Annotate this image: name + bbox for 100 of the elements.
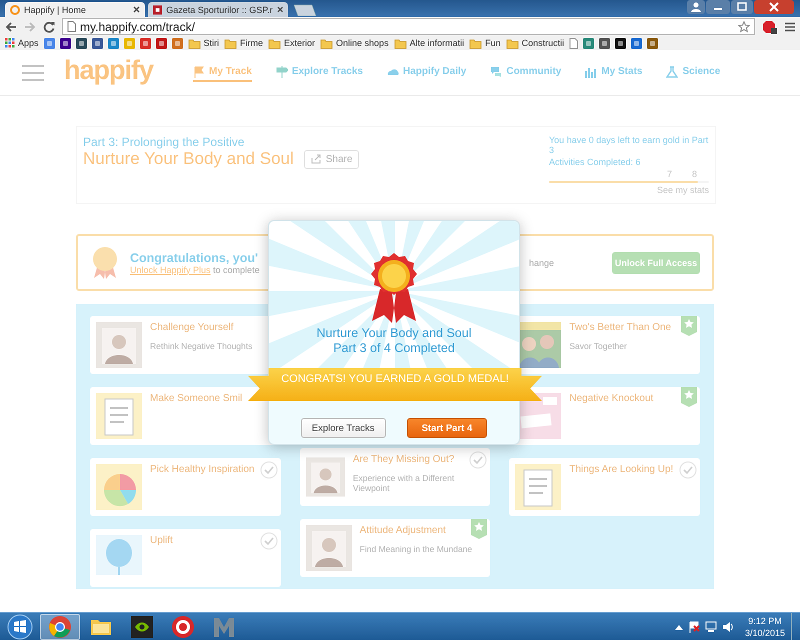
bookmark-icon[interactable]: [76, 38, 87, 48]
activity-title: Attitude Adjustment: [360, 525, 447, 536]
activity-title: Are They Missing Out?: [352, 454, 456, 465]
activity-subtitle: Rethink Negative Thoughts: [150, 341, 252, 351]
nav-link[interactable]: Explore Tracks: [276, 64, 363, 82]
flask-icon: [666, 66, 678, 78]
tab-title: Happify | Home: [24, 4, 87, 14]
user-icon[interactable]: [687, 0, 705, 14]
bookmark-icon[interactable]: [92, 38, 103, 48]
congrats-title: Congratulations, you': [130, 250, 258, 264]
tick-label: 8: [692, 169, 697, 179]
activity-subtitle: Savor Together: [569, 341, 628, 351]
start-button[interactable]: [6, 612, 34, 640]
bookmark-icon[interactable]: [615, 38, 626, 48]
unlock-text: Unlock Happify Plus to complete: [130, 264, 260, 274]
folder-bookmark[interactable]: Fun: [469, 37, 501, 49]
explore-tracks-button[interactable]: Explore Tracks: [300, 418, 386, 438]
show-hidden-icons[interactable]: [674, 624, 683, 630]
part-label: Part 3: Prolonging the Positive: [83, 135, 246, 149]
maximize-button[interactable]: [731, 0, 753, 14]
activity-card[interactable]: Are They Missing Out? Experience with a Different Viewpoint: [300, 448, 490, 506]
folder-bookmark[interactable]: Stiri: [188, 37, 220, 49]
nav-link[interactable]: My Track: [193, 64, 252, 82]
browser-tab[interactable]: Gazeta Sporturilor :: GSP.r: [148, 2, 288, 17]
taskbar-app[interactable]: [40, 614, 80, 640]
track-title: Nurture Your Body and Soul: [83, 149, 294, 169]
browser-tab[interactable]: Happify | Home: [5, 2, 145, 17]
bar-chart-icon: [585, 66, 598, 78]
tab-title: Gazeta Sporturilor :: GSP.r: [166, 4, 273, 14]
deadline-text: You have 0 days left to earn gold in Part 3: [549, 135, 709, 155]
unlock-button[interactable]: Unlock Full Access: [612, 252, 700, 274]
stats-link[interactable]: See my stats: [656, 185, 709, 195]
apps-bookmark[interactable]: Apps: [5, 38, 39, 48]
medal-ribbon: CONGRATS! YOU EARNED A GOLD MEDAL!: [248, 368, 542, 401]
track-name: Nurture Your Body and Soul: [316, 326, 472, 341]
site-logo[interactable]: happify: [64, 55, 154, 86]
activity-title: Two's Better Than One: [569, 322, 672, 333]
activity-card[interactable]: Uplift: [90, 529, 281, 587]
unlock-text: hange: [528, 258, 554, 268]
nav-link[interactable]: Community: [490, 64, 562, 82]
activity-card[interactable]: Things Are Looking Up!: [509, 458, 700, 516]
menu-icon[interactable]: [785, 22, 795, 32]
clock-date[interactable]: 3/10/2015: [744, 626, 785, 638]
share-icon: [310, 154, 322, 164]
page-icon[interactable]: [569, 38, 578, 48]
check-icon: [260, 532, 278, 550]
flag-icon[interactable]: [688, 620, 700, 632]
address-bar[interactable]: my.happify.com/track/: [62, 18, 755, 35]
nav-link[interactable]: Happify Daily: [386, 64, 466, 82]
activities-count: Activities Completed: 6: [549, 157, 642, 167]
close-button[interactable]: [754, 0, 794, 14]
check-icon: [260, 461, 278, 479]
star-badge-icon: [471, 519, 488, 539]
volume-icon[interactable]: [722, 620, 734, 632]
close-icon[interactable]: [133, 6, 140, 13]
reload-button[interactable]: [43, 20, 55, 32]
star-icon[interactable]: [738, 20, 750, 32]
check-icon: [679, 461, 698, 479]
completion-text: Part 3 of 4 Completed: [333, 341, 455, 356]
start-part-button[interactable]: Start Part 4: [406, 418, 488, 438]
bookmark-icon[interactable]: [60, 38, 71, 48]
activity-card[interactable]: Attitude Adjustment Find Meaning in the Mundane: [300, 519, 490, 577]
close-icon[interactable]: [276, 6, 283, 13]
flag-icon: [193, 66, 206, 78]
nav-link[interactable]: Science: [666, 64, 720, 82]
nav-link[interactable]: My Stats: [585, 64, 642, 82]
activity-title: Pick Healthy Inspiration: [150, 464, 254, 475]
folder-bookmark[interactable]: Online shops: [320, 37, 389, 49]
activity-title: Challenge Yourself: [150, 322, 234, 333]
bookmark-icon[interactable]: [599, 38, 610, 48]
check-icon: [469, 451, 488, 469]
folder-bookmark[interactable]: Firme: [224, 37, 264, 49]
folder-bookmark[interactable]: Alte informatii: [394, 37, 464, 49]
share-button[interactable]: Share: [304, 150, 360, 168]
page-icon: [67, 21, 76, 32]
folder-bookmark[interactable]: Exterior: [268, 37, 316, 49]
minimize-button[interactable]: [706, 0, 730, 14]
target-icon: [171, 614, 195, 638]
folder-bookmark[interactable]: Constructii: [506, 37, 564, 49]
apps-icon: [5, 38, 15, 48]
tab-favicon: [153, 4, 162, 14]
back-button[interactable]: [5, 20, 17, 32]
signpost-icon: [276, 66, 288, 78]
adblock-icon[interactable]: [762, 20, 778, 34]
activity-card[interactable]: Pick Healthy Inspiration: [90, 458, 281, 516]
url-text: my.happify.com/track/: [80, 20, 195, 34]
clock-time[interactable]: 9:12 PM: [744, 614, 785, 626]
tick-label: 7: [666, 169, 672, 179]
activity-title: Make Someone Smil: [150, 393, 242, 404]
medal-icon: [90, 246, 120, 280]
chrome-icon: [48, 614, 72, 638]
tab-favicon: [10, 4, 20, 14]
new-tab-button[interactable]: [291, 4, 317, 16]
unlock-link[interactable]: Unlock Happify Plus: [130, 264, 211, 274]
activity-title: Things Are Looking Up!: [569, 464, 674, 475]
activity-title: Negative Knockout: [569, 393, 654, 404]
network-icon[interactable]: [704, 620, 717, 632]
activity-subtitle: Experience with a Different Viewpoint: [352, 473, 456, 493]
chat-icon: [490, 66, 502, 78]
activity-title: Uplift: [150, 535, 173, 546]
